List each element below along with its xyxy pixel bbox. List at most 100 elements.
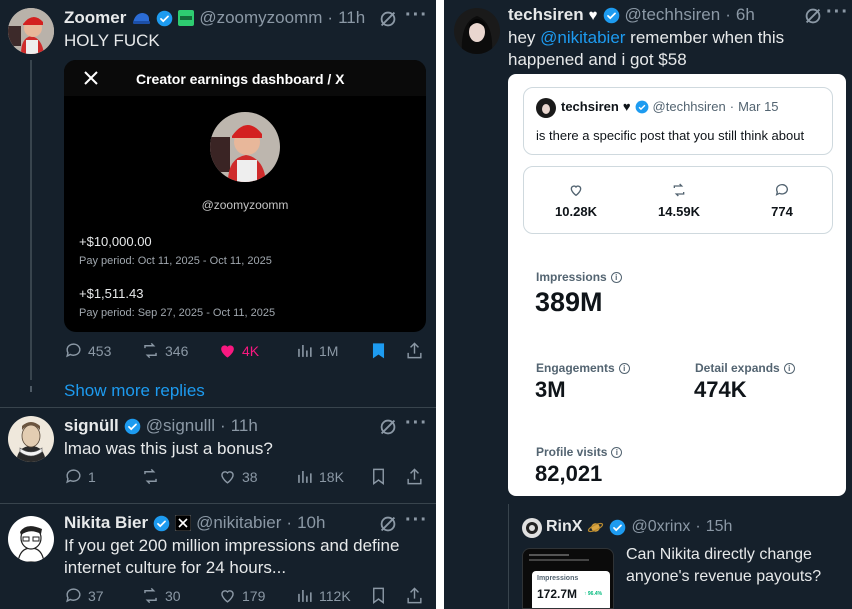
author-handle[interactable]: @signulll	[146, 416, 215, 436]
quoted-avatar	[536, 98, 556, 118]
info-icon: i	[611, 446, 623, 458]
views-button[interactable]: 1M	[295, 341, 338, 360]
divider	[0, 503, 436, 504]
tweet-text: HOLY FUCK	[64, 31, 160, 50]
grok-icon[interactable]	[802, 5, 824, 27]
profile-visits-value: 82,021	[535, 461, 603, 486]
reply-count: 453	[88, 342, 112, 359]
rinx-avatar[interactable]	[522, 518, 542, 538]
thread-dots	[30, 386, 32, 392]
views-icon	[298, 344, 312, 357]
earning-amount-2: +$1,511.43	[79, 286, 144, 301]
tweet1-header: Zoomer @zoomyzoomm · 11h	[64, 8, 366, 28]
affiliate-badge-icon	[178, 10, 195, 26]
heart-emoji: ♥	[588, 6, 598, 24]
reply-button[interactable]: 37	[64, 586, 104, 605]
more-options-icon[interactable]: ···	[405, 412, 428, 435]
reply-button[interactable]: 1	[64, 467, 96, 486]
repost-button[interactable]	[141, 467, 165, 486]
repost-icon	[144, 468, 157, 485]
share-icon[interactable]	[405, 586, 424, 605]
divider	[0, 407, 436, 408]
reply-count: 37	[88, 587, 104, 604]
tweet2-header: signüll @signulll · 11h	[64, 416, 258, 436]
views-icon	[298, 589, 312, 602]
bookmark-icon[interactable]	[369, 467, 388, 486]
verified-badge-icon	[157, 10, 173, 26]
repost-icon	[144, 342, 157, 359]
reply-icon	[66, 588, 81, 603]
signull-avatar[interactable]	[8, 416, 54, 462]
like-count: 38	[242, 468, 258, 485]
tweet-time[interactable]: 15h	[706, 518, 733, 536]
author-handle[interactable]: @techhsiren	[625, 5, 721, 25]
like-button[interactable]: 179	[218, 586, 265, 605]
grok-icon[interactable]	[377, 416, 399, 438]
more-options-icon[interactable]: ···	[826, 1, 849, 24]
quoted-tweet[interactable]: techsiren ♥ @techhsiren · Mar 15 is ther…	[523, 87, 833, 155]
bookmark-icon[interactable]	[369, 586, 388, 605]
like-button[interactable]: 38	[218, 467, 258, 486]
tweet-text: lmao was this just a bonus?	[64, 439, 273, 458]
card-title: Creator earnings dashboard / X	[136, 71, 345, 87]
author-name[interactable]: Nikita Bier	[64, 513, 148, 533]
tweet-time[interactable]: 11h	[231, 416, 258, 436]
earnings-screenshot[interactable]: Creator earnings dashboard / X @zoomyzoo…	[64, 60, 426, 332]
info-icon: i	[618, 362, 630, 374]
quoted-handle: @techhsiren	[652, 99, 726, 114]
card-avatar	[210, 112, 280, 182]
more-options-icon[interactable]: ···	[405, 509, 428, 532]
author-name[interactable]: signüll	[64, 416, 119, 436]
engagement-stats-box: 10.28K 14.59K 774	[523, 166, 833, 234]
cap-emoji-icon	[133, 13, 151, 24]
share-icon[interactable]	[405, 341, 424, 360]
heart-icon	[221, 590, 234, 603]
thumb-change: ↑ 96.4%	[584, 591, 603, 597]
like-count: 4K	[242, 342, 260, 359]
repost-button[interactable]: 30	[141, 586, 181, 605]
profile-visits-label: Profile visits i	[536, 445, 623, 459]
views-button[interactable]: 18K	[295, 467, 344, 486]
techsiren-avatar[interactable]	[454, 8, 500, 54]
engagements-value: 3M	[535, 377, 566, 402]
more-options-icon[interactable]: ···	[405, 4, 428, 27]
bookmark-filled-icon[interactable]	[369, 341, 388, 360]
grok-icon[interactable]	[377, 513, 399, 535]
views-button[interactable]: 112K	[295, 586, 351, 605]
author-handle[interactable]: @nikitabier	[196, 513, 281, 533]
zoomer-avatar[interactable]	[8, 8, 54, 54]
author-name[interactable]: RinX	[546, 518, 582, 536]
heart-icon	[570, 185, 582, 197]
info-icon: i	[783, 362, 795, 374]
x-affiliate-icon	[175, 515, 192, 531]
analytics-screenshot[interactable]: techsiren ♥ @techhsiren · Mar 15 is ther…	[508, 74, 846, 496]
share-icon[interactable]	[405, 467, 424, 486]
tweet-time[interactable]: 11h	[338, 8, 365, 28]
author-handle[interactable]: @zoomyzoomm	[199, 8, 322, 28]
like-button[interactable]: 4K	[218, 341, 259, 360]
show-more-replies-link[interactable]: Show more replies	[64, 381, 205, 401]
rinx-thumbnail[interactable]: Impressions 172.7M ↑ 96.4%	[522, 548, 614, 609]
repost-icon	[673, 183, 685, 197]
author-handle[interactable]: @0xrinx	[631, 518, 690, 536]
right-timeline-panel: techsiren ♥ @techhsiren · 6h ··· hey @ni…	[444, 0, 852, 609]
mention-link[interactable]: @nikitabier	[540, 28, 625, 47]
tweet-text: Can Nikita directly change anyone's reve…	[626, 546, 822, 585]
reply-icon	[775, 184, 788, 196]
heart-icon	[221, 471, 234, 484]
view-count: 112K	[319, 587, 351, 604]
author-name[interactable]: Zoomer	[64, 8, 126, 28]
likes-stat: 10.28K	[555, 204, 597, 219]
pay-period-2: Pay period: Sep 27, 2025 - Oct 11, 2025	[79, 307, 276, 319]
author-name[interactable]: techsiren	[508, 5, 584, 25]
repost-count: 30	[165, 587, 181, 604]
nikita-avatar[interactable]	[8, 516, 54, 562]
tweet-time[interactable]: 6h	[736, 5, 755, 25]
tweet-r2-header: RinX @0xrinx · 15h	[546, 518, 733, 536]
repost-button[interactable]: 346	[141, 341, 188, 360]
thumb-impressions-value: 172.7M	[537, 587, 578, 601]
tweet-time[interactable]: 10h	[297, 513, 325, 533]
reply-button[interactable]: 453	[64, 341, 111, 360]
view-count: 1M	[319, 342, 339, 359]
grok-icon[interactable]	[377, 8, 399, 30]
